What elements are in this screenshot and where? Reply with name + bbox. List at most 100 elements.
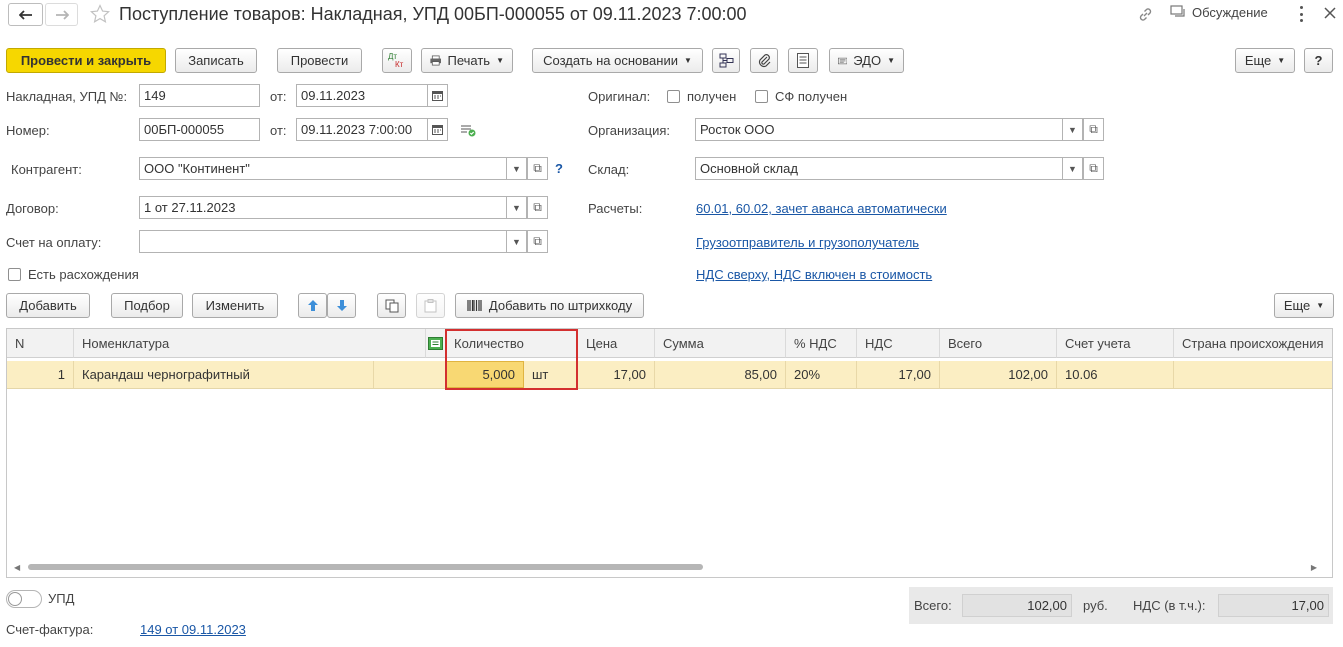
more-button[interactable]: Еще ▼ [1235, 48, 1295, 73]
payment-account-dropdown-button[interactable]: ▼ [506, 230, 527, 253]
upd-toggle[interactable] [6, 590, 42, 608]
cell-price[interactable]: 17,00 [578, 361, 655, 388]
cell-sum[interactable]: 85,00 [655, 361, 786, 388]
paste-row-button[interactable] [416, 293, 445, 318]
save-button[interactable]: Записать [175, 48, 257, 73]
table-settings-icon [428, 336, 443, 350]
shipper-consignee-link[interactable]: Грузоотправитель и грузополучатель [696, 235, 919, 250]
organization-field[interactable]: Росток ООО [695, 118, 1064, 141]
arrow-down-icon [336, 300, 347, 311]
organization-open-button[interactable]: ⧉ [1083, 118, 1104, 141]
print-button[interactable]: Печать ▼ [421, 48, 513, 73]
horizontal-scrollbar[interactable]: ◀ ▶ [14, 563, 1317, 572]
cell-account[interactable]: 10.06 [1057, 361, 1174, 388]
column-header-country[interactable]: Страна происхождения [1174, 329, 1332, 358]
document-list-button[interactable] [788, 48, 818, 73]
contract-open-button[interactable]: ⧉ [527, 196, 548, 219]
column-header-n[interactable]: N [7, 329, 74, 358]
column-header-sum[interactable]: Сумма [655, 329, 786, 358]
number-label: Номер: [6, 123, 50, 138]
contract-dropdown-button[interactable]: ▼ [506, 196, 527, 219]
cell-vat-rate[interactable]: 20% [786, 361, 857, 388]
post-button[interactable]: Провести [277, 48, 362, 73]
calendar-button[interactable] [427, 118, 448, 141]
original-received-checkbox[interactable] [667, 90, 680, 103]
calendar-button[interactable] [427, 84, 448, 107]
number-field[interactable]: 00БП-000055 [139, 118, 260, 141]
edit-button[interactable]: Изменить [192, 293, 278, 318]
forward-button[interactable] [45, 3, 78, 26]
invoice-date-field[interactable]: 09.11.2023 [296, 84, 428, 107]
number-date-field[interactable]: 09.11.2023 7:00:00 [296, 118, 428, 141]
more-label: Еще [1244, 53, 1272, 68]
total-value: 102,00 [962, 594, 1072, 617]
counterparty-help-icon[interactable]: ? [555, 161, 563, 176]
discrepancy-checkbox[interactable] [8, 268, 21, 281]
attach-button[interactable] [750, 48, 778, 73]
column-header-total[interactable]: Всего [940, 329, 1057, 358]
move-up-button[interactable] [298, 293, 327, 318]
column-header-price[interactable]: Цена [578, 329, 655, 358]
cell-n[interactable]: 1 [7, 361, 74, 388]
add-by-barcode-button[interactable]: Добавить по штрихкоду [455, 293, 644, 318]
counterparty-dropdown-button[interactable]: ▼ [506, 157, 527, 180]
sf-received-checkbox[interactable] [755, 90, 768, 103]
vat-mode-link[interactable]: НДС сверху, НДС включен в стоимость [696, 267, 932, 282]
help-button[interactable]: ? [1304, 48, 1333, 73]
contract-label: Договор: [6, 201, 59, 216]
settlements-link[interactable]: 60.01, 60.02, зачет аванса автоматически [696, 201, 947, 216]
column-header-nomenclature[interactable]: Номенклатура [74, 329, 426, 358]
invoice-factura-link[interactable]: 149 от 09.11.2023 [140, 622, 246, 637]
scroll-left-icon[interactable]: ◀ [14, 563, 20, 572]
edo-button[interactable]: ЭДО ▼ [829, 48, 904, 73]
invoice-number-field[interactable]: 149 [139, 84, 260, 107]
cell-country[interactable] [1174, 361, 1332, 388]
discussion-button[interactable]: Обсуждение [1170, 5, 1268, 20]
original-label: Оригинал: [588, 89, 651, 104]
close-icon[interactable] [1323, 6, 1337, 23]
scrollbar-thumb[interactable] [28, 564, 703, 570]
favorite-star-icon[interactable] [90, 4, 110, 27]
copy-row-button[interactable] [377, 293, 406, 318]
organization-dropdown-button[interactable]: ▼ [1062, 118, 1083, 141]
counterparty-field[interactable]: ООО "Континент" [139, 157, 508, 180]
column-header-account[interactable]: Счет учета [1057, 329, 1174, 358]
open-form-icon: ⧉ [1089, 161, 1098, 175]
number-history-icon[interactable] [460, 124, 477, 140]
link-icon[interactable] [1137, 6, 1154, 26]
structure-icon [719, 53, 733, 68]
warehouse-open-button[interactable]: ⧉ [1083, 157, 1104, 180]
counterparty-open-button[interactable]: ⧉ [527, 157, 548, 180]
dt-kt-button[interactable]: Дт Кт [382, 48, 412, 73]
calendar-icon [432, 91, 443, 101]
add-by-barcode-label: Добавить по штрихкоду [488, 298, 633, 313]
payment-account-open-button[interactable]: ⧉ [527, 230, 548, 253]
column-header-characteristics[interactable] [426, 329, 446, 358]
settlements-label: Расчеты: [588, 201, 643, 216]
table-more-button[interactable]: Еще ▼ [1274, 293, 1334, 318]
back-button[interactable] [8, 3, 43, 26]
warehouse-dropdown-button[interactable]: ▼ [1062, 157, 1083, 180]
invoice-number-label: Накладная, УПД №: [6, 89, 128, 104]
add-row-button[interactable]: Добавить [6, 293, 90, 318]
cell-characteristic[interactable] [374, 361, 446, 388]
column-header-vat[interactable]: НДС [857, 329, 940, 358]
chevron-down-icon: ▼ [1316, 301, 1325, 310]
more-vert-icon[interactable] [1298, 6, 1304, 22]
pick-button[interactable]: Подбор [111, 293, 183, 318]
window-title: Поступление товаров: Накладная, УПД 00БП… [119, 4, 747, 24]
cell-vat[interactable]: 17,00 [857, 361, 940, 388]
cell-total[interactable]: 102,00 [940, 361, 1057, 388]
structure-button[interactable] [712, 48, 740, 73]
chevron-down-icon: ▼ [887, 56, 895, 65]
discrepancy-label: Есть расхождения [28, 267, 139, 282]
warehouse-field[interactable]: Основной склад [695, 157, 1064, 180]
contract-field[interactable]: 1 от 27.11.2023 [139, 196, 508, 219]
create-based-on-button[interactable]: Создать на основании ▼ [532, 48, 703, 73]
column-header-vat-rate[interactable]: % НДС [786, 329, 857, 358]
post-and-close-button[interactable]: Провести и закрыть [6, 48, 166, 73]
move-down-button[interactable] [327, 293, 356, 318]
payment-account-field[interactable] [139, 230, 508, 253]
scroll-right-icon[interactable]: ▶ [1311, 563, 1317, 572]
cell-nomenclature[interactable]: Карандаш чернографитный [74, 361, 374, 388]
